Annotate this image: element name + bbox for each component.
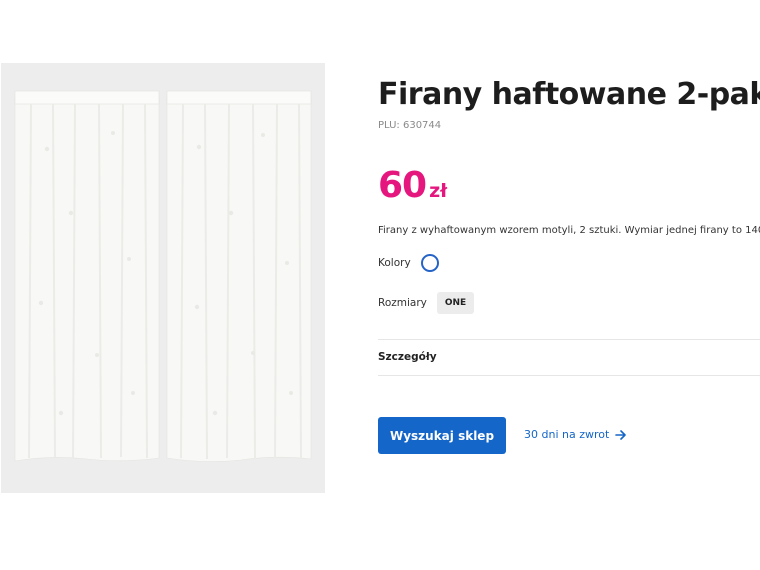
product-description: Firany z wyhaftowanym wzorem motyli, 2 s… (378, 225, 760, 236)
curtain-panel-right (166, 90, 312, 462)
size-selector: Rozmiary ONE (378, 292, 475, 314)
return-policy-label: 30 dni na zwrot (524, 428, 610, 441)
product-image (14, 90, 312, 462)
color-swatch-white[interactable] (420, 254, 439, 272)
product-price: 60 zł (378, 165, 447, 206)
product-info: Firany haftowane 2-pak PLU: 630744 60 zł … (378, 0, 760, 570)
details-accordion[interactable]: Szczegóły (378, 351, 437, 363)
product-image-gallery[interactable] (1, 63, 325, 493)
product-title: Firany haftowane 2-pak (378, 77, 760, 112)
colors-label: Kolory (378, 257, 411, 269)
price-amount: 60 (378, 165, 427, 206)
sizes-label: Rozmiary (378, 297, 427, 309)
price-currency: zł (429, 180, 448, 202)
arrow-right-icon (615, 429, 627, 440)
curtain-panel-left (14, 90, 160, 462)
divider (378, 339, 760, 340)
divider (378, 375, 760, 376)
size-option-one[interactable]: ONE (436, 292, 475, 314)
product-plu: PLU: 630744 (378, 120, 442, 131)
find-store-button[interactable]: Wyszukaj sklep (378, 417, 506, 454)
color-selector: Kolory (378, 254, 439, 272)
return-policy-link[interactable]: 30 dni na zwrot (524, 428, 627, 441)
